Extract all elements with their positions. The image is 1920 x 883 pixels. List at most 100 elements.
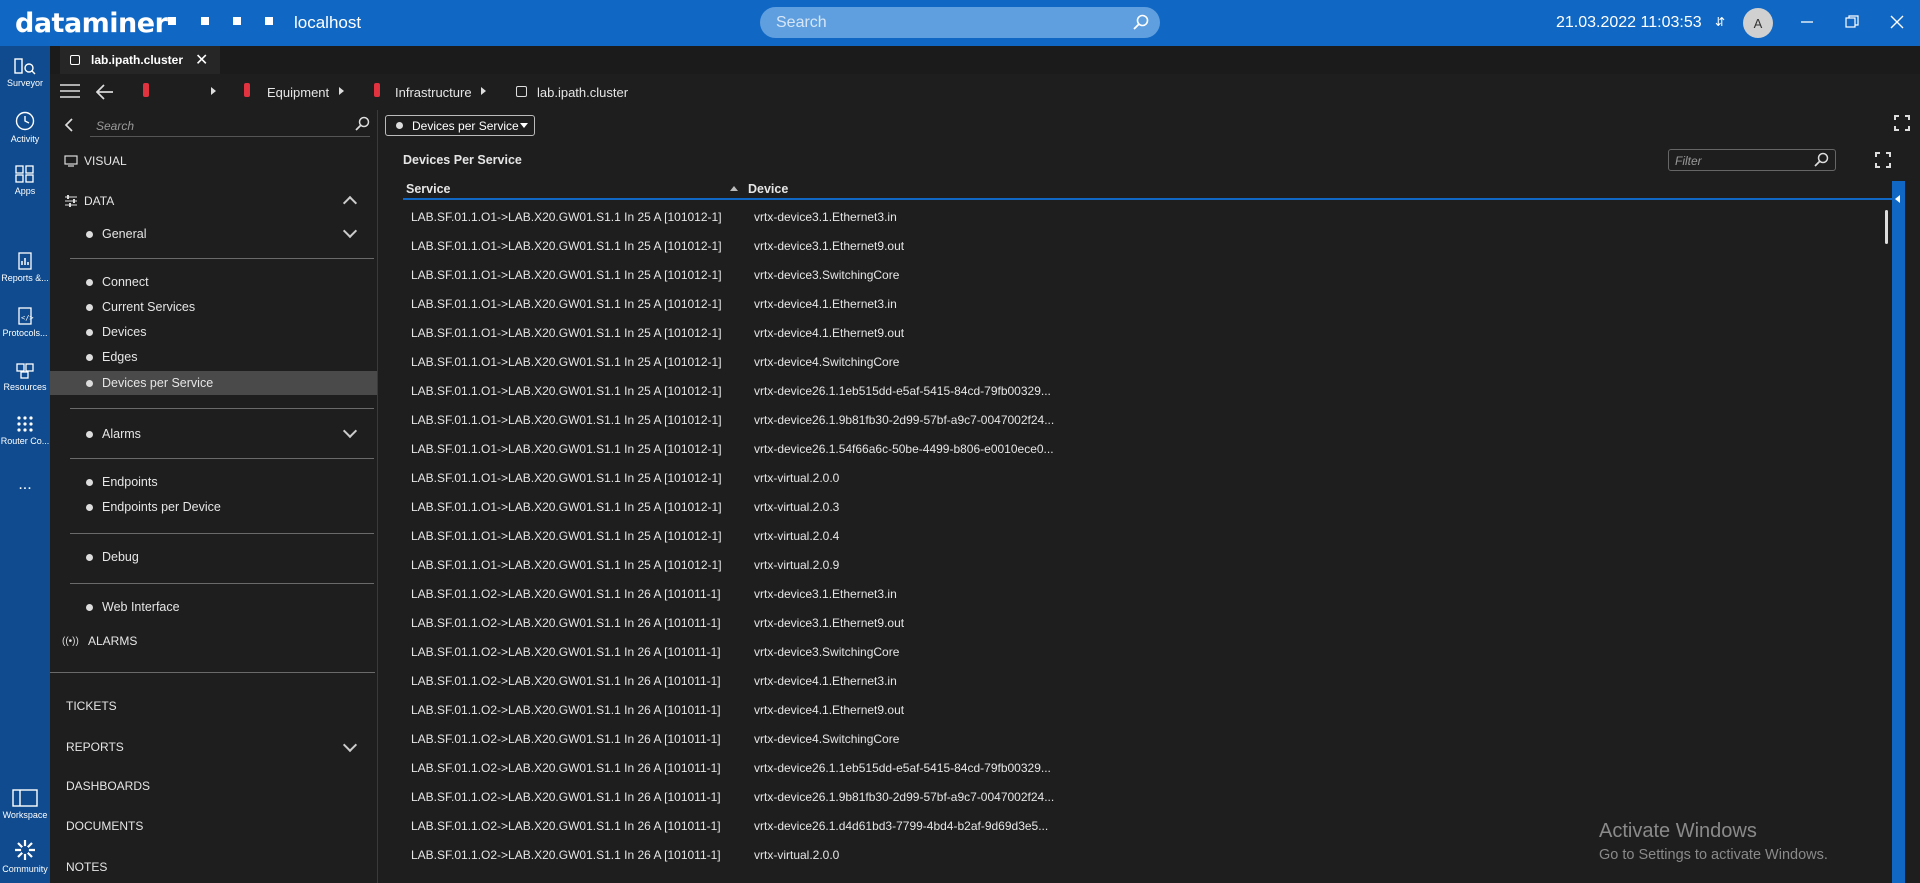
list-item-edges[interactable]: Edges <box>86 345 137 369</box>
section-alarms[interactable]: ((•)) ALARMS <box>62 634 137 648</box>
table-row[interactable]: LAB.SF.01.1.O1->LAB.X20.GW01.S1.1 In 25 … <box>403 521 1892 550</box>
list-item-endpoints[interactable]: Endpoints <box>86 470 158 494</box>
table-row[interactable]: LAB.SF.01.1.O2->LAB.X20.GW01.S1.1 In 26 … <box>403 724 1892 753</box>
section-visual[interactable]: VISUAL <box>64 154 127 168</box>
table-filter-input[interactable]: Filter <box>1668 149 1836 171</box>
rail-resources[interactable]: Resources <box>0 360 50 392</box>
table-row[interactable]: LAB.SF.01.1.O1->LAB.X20.GW01.S1.1 In 25 … <box>403 231 1892 260</box>
table-row[interactable]: LAB.SF.01.1.O2->LAB.X20.GW01.S1.1 In 26 … <box>403 579 1892 608</box>
back-arrow-icon[interactable] <box>96 84 114 100</box>
section-documents[interactable]: DOCUMENTS <box>66 819 143 833</box>
rail-community[interactable]: Community <box>0 838 50 874</box>
nav-dot-icon[interactable] <box>201 17 209 25</box>
rail-router-control[interactable]: Router Co... <box>0 414 50 446</box>
section-tickets[interactable]: TICKETS <box>66 699 117 713</box>
table-row[interactable]: LAB.SF.01.1.O2->LAB.X20.GW01.S1.1 In 26 … <box>403 782 1892 811</box>
root-view-icon[interactable] <box>143 83 149 97</box>
chevron-down-icon[interactable] <box>342 737 358 753</box>
table-row[interactable]: LAB.SF.01.1.O1->LAB.X20.GW01.S1.1 In 25 … <box>403 405 1892 434</box>
cell-device: vrtx-device3.1.Ethernet3.in <box>754 210 897 224</box>
sort-arrows-icon[interactable]: ⇵ <box>1715 15 1725 29</box>
column-header-service[interactable]: Service <box>406 182 450 196</box>
cell-service: LAB.SF.01.1.O1->LAB.X20.GW01.S1.1 In 25 … <box>411 239 722 253</box>
breadcrumb-separator-icon[interactable] <box>339 87 344 95</box>
cell-service: LAB.SF.01.1.O1->LAB.X20.GW01.S1.1 In 25 … <box>411 442 722 456</box>
dataminer-logo[interactable]: dataminer <box>15 8 168 39</box>
list-item-debug[interactable]: Debug <box>86 545 139 569</box>
section-notes[interactable]: NOTES <box>66 860 107 874</box>
close-icon[interactable] <box>1887 12 1907 32</box>
cell-device: vrtx-device4.SwitchingCore <box>754 355 900 369</box>
page-selector-dropdown[interactable]: Devices per Service <box>385 115 535 136</box>
table-row[interactable]: LAB.SF.01.1.O2->LAB.X20.GW01.S1.1 In 26 … <box>403 637 1892 666</box>
cell-service: LAB.SF.01.1.O1->LAB.X20.GW01.S1.1 In 25 … <box>411 297 722 311</box>
chevron-left-icon[interactable] <box>64 118 74 132</box>
table-row[interactable]: LAB.SF.01.1.O1->LAB.X20.GW01.S1.1 In 25 … <box>403 289 1892 318</box>
chevron-down-icon[interactable] <box>342 223 358 239</box>
rail-reports[interactable]: Reports &... <box>0 251 50 283</box>
list-item-devices-per-service[interactable]: Devices per Service <box>86 371 213 395</box>
rail-activity[interactable]: Activity <box>0 110 50 144</box>
infrastructure-view-icon <box>374 83 380 97</box>
table-row[interactable]: LAB.SF.01.1.O1->LAB.X20.GW01.S1.1 In 25 … <box>403 260 1892 289</box>
table-row[interactable]: LAB.SF.01.1.O1->LAB.X20.GW01.S1.1 In 25 … <box>403 550 1892 579</box>
table-row[interactable]: LAB.SF.01.1.O1->LAB.X20.GW01.S1.1 In 25 … <box>403 376 1892 405</box>
table-row[interactable]: LAB.SF.01.1.O1->LAB.X20.GW01.S1.1 In 25 … <box>403 202 1892 231</box>
restore-icon[interactable] <box>1842 12 1862 32</box>
breadcrumb-cluster[interactable]: lab.ipath.cluster <box>537 85 628 100</box>
list-item-devices[interactable]: Devices <box>86 320 146 344</box>
list-item-current-services[interactable]: Current Services <box>86 295 195 319</box>
section-dashboards[interactable]: DASHBOARDS <box>66 779 150 793</box>
component-fullscreen-icon[interactable] <box>1875 152 1891 168</box>
breadcrumb-equipment[interactable]: Equipment <box>267 85 329 100</box>
search-icon[interactable] <box>354 116 370 132</box>
vertical-scrollbar[interactable] <box>1883 202 1891 883</box>
minimize-icon[interactable] <box>1797 12 1817 32</box>
group-general[interactable]: General <box>86 222 146 246</box>
cell-service: LAB.SF.01.1.O1->LAB.X20.GW01.S1.1 In 25 … <box>411 471 722 485</box>
rail-surveyor[interactable]: Surveyor <box>0 56 50 88</box>
table-row[interactable]: LAB.SF.01.1.O1->LAB.X20.GW01.S1.1 In 25 … <box>403 434 1892 463</box>
close-tab-icon[interactable]: ✕ <box>195 50 208 70</box>
chevron-up-icon[interactable] <box>342 195 358 211</box>
tab-lab-ipath-cluster[interactable]: lab.ipath.cluster ✕ <box>60 46 220 74</box>
global-search-input[interactable]: Search <box>760 7 1160 38</box>
search-icon[interactable] <box>1132 13 1150 31</box>
search-placeholder: Search <box>776 13 827 31</box>
table-row[interactable]: LAB.SF.01.1.O2->LAB.X20.GW01.S1.1 In 26 … <box>403 608 1892 637</box>
search-icon[interactable] <box>1813 152 1829 168</box>
table-row[interactable]: LAB.SF.01.1.O1->LAB.X20.GW01.S1.1 In 25 … <box>403 492 1892 521</box>
chevron-down-icon[interactable] <box>342 423 358 439</box>
table-row[interactable]: LAB.SF.01.1.O1->LAB.X20.GW01.S1.1 In 25 … <box>403 318 1892 347</box>
table-row[interactable]: LAB.SF.01.1.O1->LAB.X20.GW01.S1.1 In 25 … <box>403 347 1892 376</box>
list-item-endpoints-per-device[interactable]: Endpoints per Device <box>86 495 221 519</box>
sliders-icon <box>65 195 77 207</box>
breadcrumb-infrastructure[interactable]: Infrastructure <box>395 85 472 100</box>
breadcrumb-separator-icon[interactable] <box>211 87 216 95</box>
cell-service: LAB.SF.01.1.O2->LAB.X20.GW01.S1.1 In 26 … <box>411 761 721 775</box>
nav-dot-icon[interactable] <box>168 17 176 25</box>
sidepanel-search-input[interactable]: Search <box>90 115 370 137</box>
list-item-connect[interactable]: Connect <box>86 270 149 294</box>
rail-workspace[interactable]: Workspace <box>0 788 50 820</box>
list-item-web-interface[interactable]: Web Interface <box>86 595 180 619</box>
avatar[interactable]: A <box>1743 8 1773 38</box>
fullscreen-icon[interactable] <box>1894 115 1910 131</box>
rail-protocols[interactable]: </> Protocols... <box>0 306 50 338</box>
group-alarms[interactable]: Alarms <box>86 422 141 446</box>
nav-dot-icon[interactable] <box>265 17 273 25</box>
hamburger-menu-icon[interactable] <box>60 84 80 98</box>
nav-dot-icon[interactable] <box>233 17 241 25</box>
table-row[interactable]: LAB.SF.01.1.O2->LAB.X20.GW01.S1.1 In 26 … <box>403 666 1892 695</box>
section-reports[interactable]: REPORTS <box>66 740 124 754</box>
sort-asc-icon[interactable] <box>730 186 738 191</box>
table-row[interactable]: LAB.SF.01.1.O2->LAB.X20.GW01.S1.1 In 26 … <box>403 695 1892 724</box>
breadcrumb-separator-icon[interactable] <box>481 87 486 95</box>
rail-more[interactable]: ... <box>0 476 50 494</box>
collapse-panel-bar[interactable] <box>1892 181 1905 883</box>
rail-apps[interactable]: Apps <box>0 164 50 196</box>
table-row[interactable]: LAB.SF.01.1.O2->LAB.X20.GW01.S1.1 In 26 … <box>403 753 1892 782</box>
table-row[interactable]: LAB.SF.01.1.O1->LAB.X20.GW01.S1.1 In 25 … <box>403 463 1892 492</box>
column-header-device[interactable]: Device <box>748 182 788 196</box>
section-data[interactable]: DATA <box>64 194 114 208</box>
